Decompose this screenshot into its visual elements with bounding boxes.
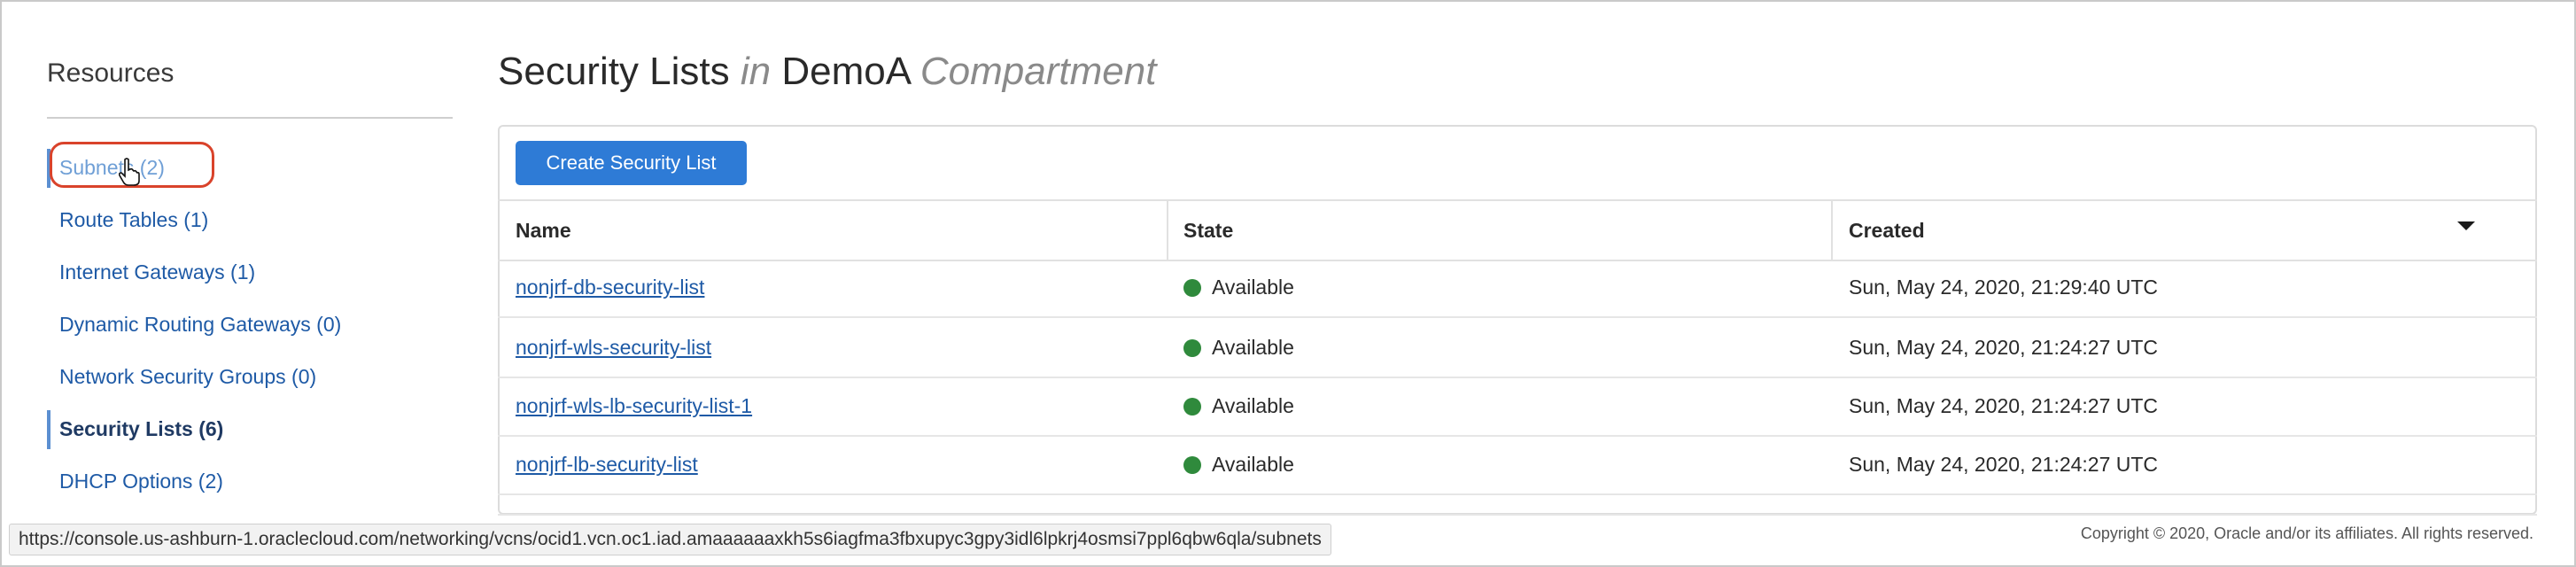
state-cell: Available	[1183, 435, 1294, 493]
available-status-icon	[1183, 456, 1201, 474]
page-title-main: Security Lists	[498, 50, 730, 93]
column-separator	[1831, 201, 1833, 260]
created-cell: Sun, May 24, 2020, 21:29:40 UTC	[1849, 276, 2159, 299]
available-status-icon	[1183, 339, 1201, 357]
created-cell: Sun, May 24, 2020, 21:24:27 UTC	[1849, 453, 2159, 476]
state-label: Available	[1212, 276, 1294, 299]
state-label: Available	[1212, 453, 1294, 476]
resources-heading: Resources	[47, 58, 175, 88]
sidebar-item-internet-gateways[interactable]: Internet Gateways (1)	[47, 246, 463, 299]
security-list-link[interactable]: nonjrf-lb-security-list	[516, 453, 698, 476]
table-row: nonjrf-wls-security-list Available Sun, …	[498, 318, 2537, 378]
security-list-link[interactable]: nonjrf-db-security-list	[516, 276, 704, 299]
sidebar-item-security-lists[interactable]: Security Lists (6)	[47, 403, 463, 455]
table-header: Name State Created	[498, 199, 2537, 261]
hand-cursor-icon	[118, 158, 140, 186]
column-header-name[interactable]: Name	[516, 201, 571, 260]
column-separator	[1167, 201, 1168, 260]
column-header-created[interactable]: Created	[1849, 201, 1925, 260]
page-title: Security Lists in DemoA Compartment	[498, 50, 1156, 94]
footer-divider	[498, 514, 2537, 516]
security-list-link[interactable]: nonjrf-wls-lb-security-list-1	[516, 394, 752, 417]
state-label: Available	[1212, 336, 1294, 359]
sidebar-item-network-security-groups[interactable]: Network Security Groups (0)	[47, 351, 463, 403]
create-security-list-button[interactable]: Create Security List	[516, 141, 747, 185]
state-cell: Available	[1183, 258, 1294, 316]
resources-nav: Subnets (2) Route Tables (1) Internet Ga…	[47, 142, 463, 508]
sidebar-item-route-tables[interactable]: Route Tables (1)	[47, 194, 463, 246]
sidebar-item-dynamic-routing-gateways[interactable]: Dynamic Routing Gateways (0)	[47, 299, 463, 351]
security-list-link[interactable]: nonjrf-wls-security-list	[516, 336, 711, 359]
sidebar-divider	[47, 117, 453, 119]
column-header-state[interactable]: State	[1183, 201, 1233, 260]
created-cell: Sun, May 24, 2020, 21:24:27 UTC	[1849, 394, 2159, 417]
table-row: nonjrf-lb-security-list Available Sun, M…	[498, 435, 2537, 495]
created-cell: Sun, May 24, 2020, 21:24:27 UTC	[1849, 336, 2159, 359]
table-row: nonjrf-wls-lb-security-list-1 Available …	[498, 377, 2537, 437]
compartment-name: DemoA	[781, 50, 910, 93]
browser-status-url: https://console.us-ashburn-1.oraclecloud…	[9, 524, 1331, 555]
state-cell: Available	[1183, 377, 1294, 435]
sidebar-item-dhcp-options[interactable]: DHCP Options (2)	[47, 455, 463, 508]
copyright-notice: Copyright © 2020, Oracle and/or its affi…	[2080, 524, 2533, 542]
available-status-icon	[1183, 279, 1201, 297]
available-status-icon	[1183, 398, 1201, 416]
sort-caret-icon[interactable]	[2457, 221, 2475, 230]
state-cell: Available	[1183, 318, 1294, 377]
page-title-in: in	[740, 50, 772, 93]
state-label: Available	[1212, 394, 1294, 417]
table-row: nonjrf-db-security-list Available Sun, M…	[498, 258, 2537, 318]
compartment-word: Compartment	[919, 50, 1157, 93]
